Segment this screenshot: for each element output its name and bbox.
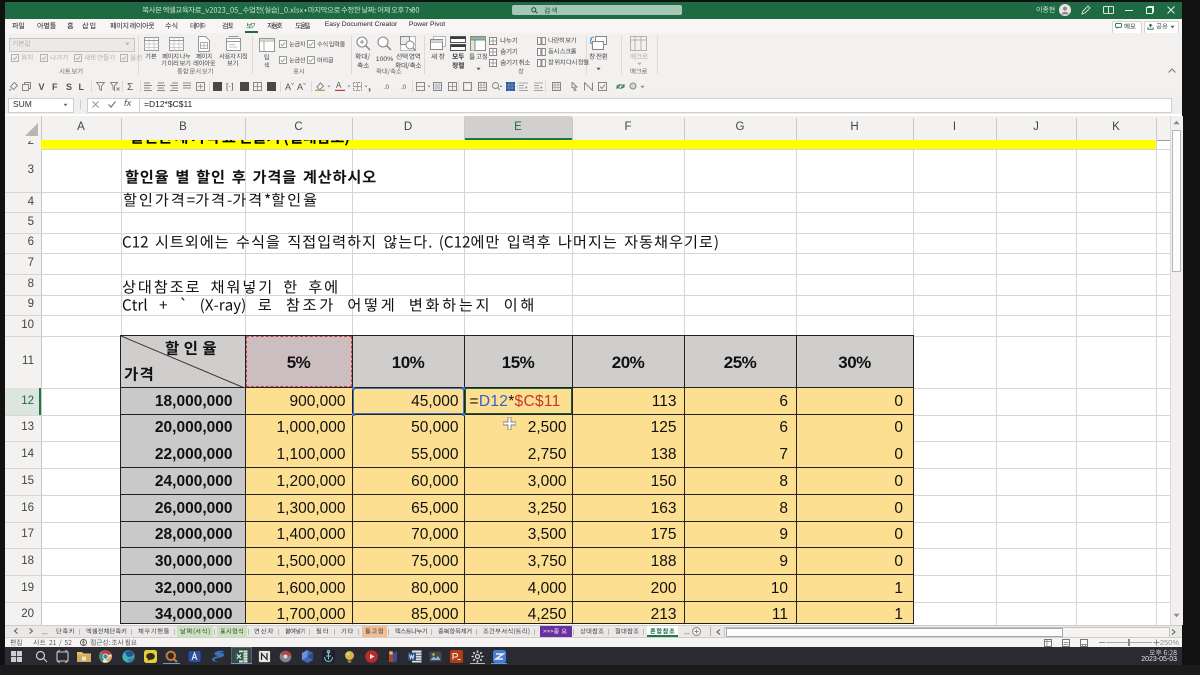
- svg-text:.0: .0: [401, 85, 407, 91]
- svg-text:.0: .0: [384, 85, 390, 91]
- svg-text:A: A: [336, 81, 342, 90]
